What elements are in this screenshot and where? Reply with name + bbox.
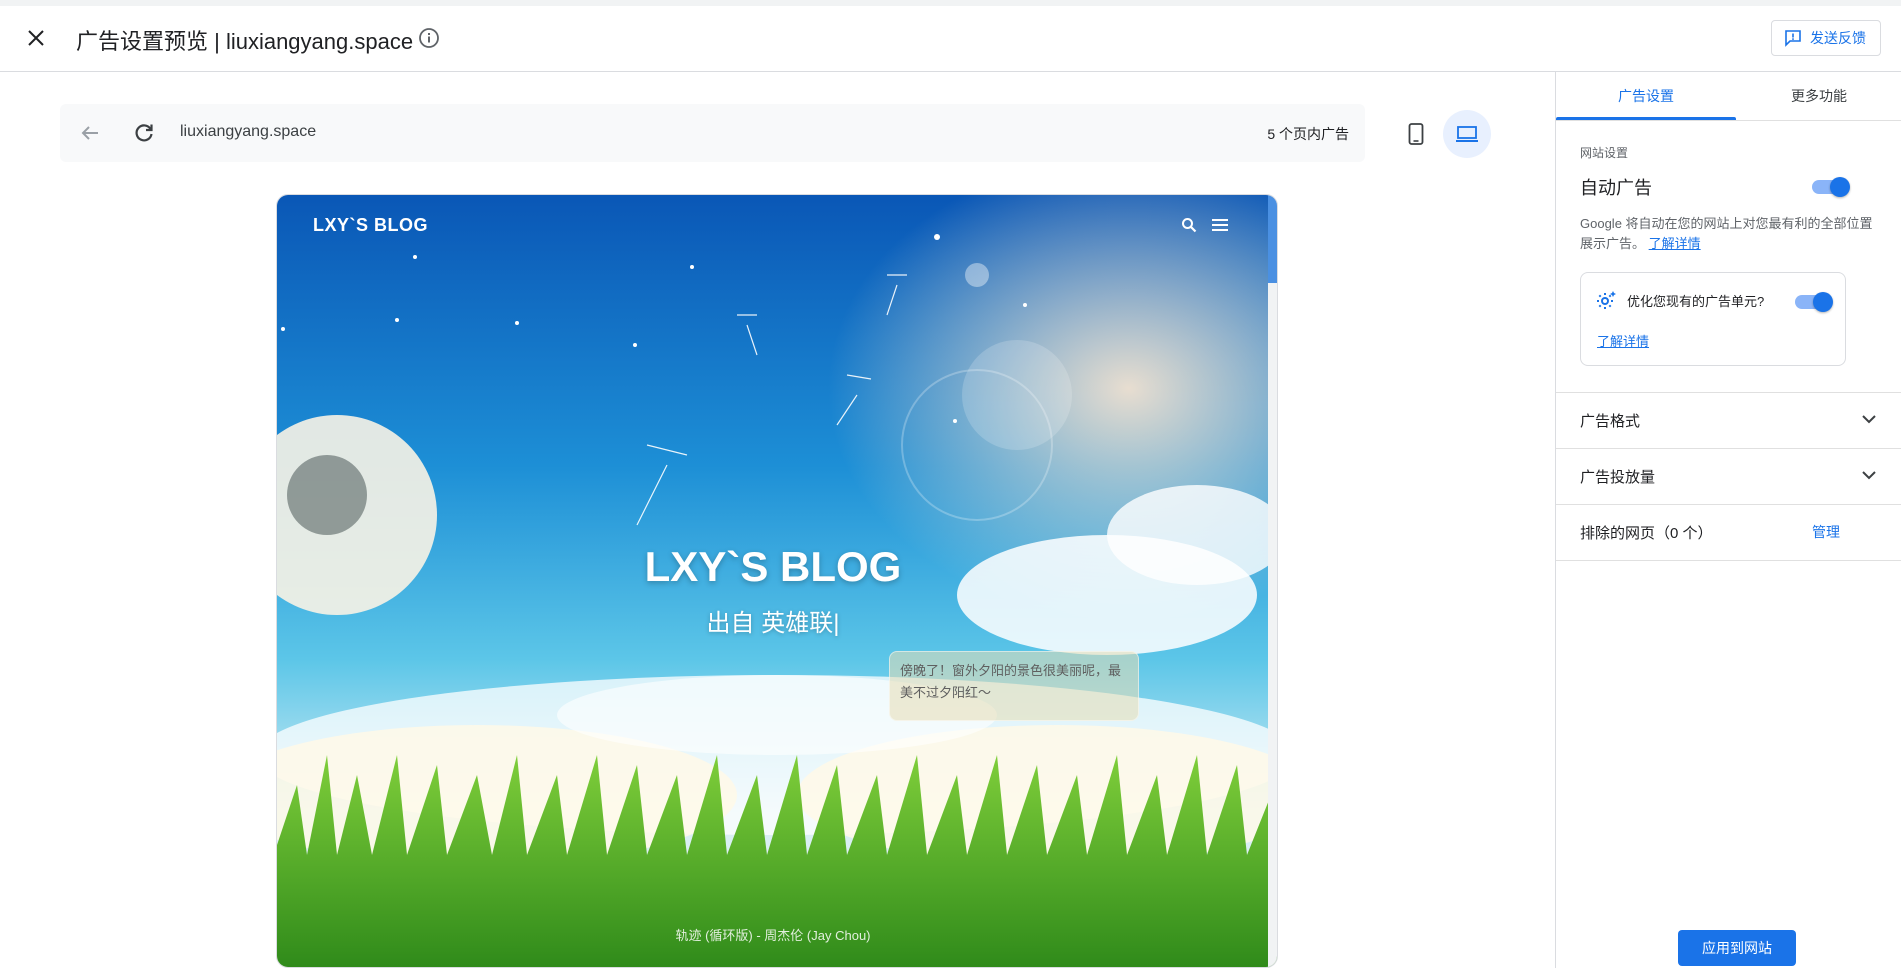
preview-url-bar: liuxiangyang.space 5 个页内广告 xyxy=(60,104,1365,162)
optimize-label: 优化您现有的广告单元? xyxy=(1627,294,1765,309)
ad-formats-label: 广告格式 xyxy=(1580,412,1641,430)
auto-ads-description: Google 将自动在您的网站上对您最有利的全部位置展示广告。 了解详情 xyxy=(1580,214,1880,254)
optimize-learn-more-link[interactable]: 了解详情 xyxy=(1597,331,1649,350)
tab-more-features[interactable]: 更多功能 xyxy=(1736,72,1901,120)
preview-url: liuxiangyang.space xyxy=(180,123,317,140)
preview-area: liuxiangyang.space 5 个页内广告 LXY`S BLOG LX… xyxy=(0,72,1555,968)
optimize-toggle[interactable] xyxy=(1795,292,1833,312)
site-music-caption: 轨迹 (循环版) - 周杰伦 (Jay Chou) xyxy=(675,928,871,943)
ad-count: 5 个页内广告 xyxy=(1267,126,1349,142)
mobile-view-button[interactable] xyxy=(1393,111,1439,157)
auto-ads-label: 自动广告 xyxy=(1580,178,1652,198)
feedback-icon xyxy=(1785,30,1801,47)
site-scrollbar-thumb[interactable] xyxy=(1268,195,1277,283)
tab-ad-settings[interactable]: 广告设置 xyxy=(1556,72,1736,120)
site-settings-label: 网站设置 xyxy=(1580,146,1629,160)
laptop-icon xyxy=(1456,126,1478,142)
close-icon xyxy=(28,30,44,46)
auto-ads-toggle-knob xyxy=(1830,177,1850,197)
mobile-icon xyxy=(1408,123,1424,145)
page-title: 广告设置预览 | liuxiangyang.space xyxy=(76,29,414,54)
site-greeting-bubble: 傍晚了！窗外夕阳的景色很美丽呢，最美不过夕阳红～ xyxy=(889,651,1139,721)
section-divider xyxy=(1556,560,1901,561)
site-preview-frame: LXY`S BLOG LXY`S BLOG 出自 英雄联| 傍晚了！窗外夕阳的景… xyxy=(276,194,1278,968)
feedback-button[interactable]: 发送反馈 xyxy=(1771,20,1881,56)
optimize-ad-units-card: 优化您现有的广告单元? 了解详情 xyxy=(1580,272,1846,366)
site-scrollbar[interactable] xyxy=(1268,195,1277,967)
site-logo[interactable]: LXY`S BLOG xyxy=(313,215,428,236)
auto-ads-toggle[interactable] xyxy=(1812,177,1850,197)
reload-icon[interactable] xyxy=(132,121,156,145)
optimize-toggle-knob xyxy=(1813,292,1833,312)
auto-ads-learn-more-link[interactable]: 了解详情 xyxy=(1649,236,1701,251)
settings-panel: 广告设置 更多功能 网站设置 自动广告 Google 将自动在您的网站上对您最有… xyxy=(1555,72,1901,968)
chevron-down-icon xyxy=(1862,415,1876,424)
chevron-down-icon xyxy=(1862,471,1876,480)
tab-divider xyxy=(1556,120,1901,121)
ad-formats-section[interactable]: 广告格式 xyxy=(1556,392,1901,448)
ad-load-section[interactable]: 广告投放量 xyxy=(1556,448,1901,504)
close-button[interactable] xyxy=(20,22,52,54)
top-bar: 广告设置预览 | liuxiangyang.space 发送反馈 xyxy=(0,0,1901,72)
ad-load-label: 广告投放量 xyxy=(1580,468,1656,486)
browser-strip xyxy=(0,0,1901,6)
back-arrow-icon[interactable] xyxy=(78,121,102,145)
manage-link[interactable]: 管理 xyxy=(1812,522,1840,542)
info-icon[interactable] xyxy=(418,27,440,49)
excluded-pages-section: 排除的网页（0 个） 管理 xyxy=(1556,504,1901,560)
auto-ads-desc-text: Google 将自动在您的网站上对您最有利的全部位置展示广告。 xyxy=(1580,216,1873,251)
site-menu-icon[interactable] xyxy=(1211,217,1229,233)
site-search-icon[interactable] xyxy=(1181,217,1197,233)
excluded-pages-label: 排除的网页（0 个） xyxy=(1580,524,1713,542)
site-hero-title: LXY`S BLOG xyxy=(644,543,902,590)
feedback-label: 发送反馈 xyxy=(1810,30,1866,46)
desktop-view-button[interactable] xyxy=(1443,110,1491,158)
site-hero-subtitle: 出自 英雄联| xyxy=(706,610,840,637)
apply-to-site-button[interactable]: 应用到网站 xyxy=(1678,930,1796,966)
optimize-gear-icon xyxy=(1597,291,1616,309)
